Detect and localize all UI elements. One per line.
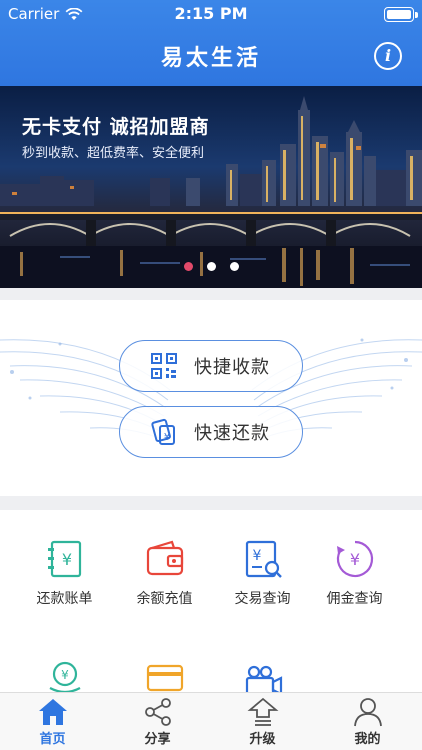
banner-subline: 秒到收款、超低费率、安全便利 — [22, 146, 205, 161]
wings-decoration — [0, 338, 422, 441]
upgrade-icon — [247, 697, 278, 726]
service-video[interactable] — [210, 660, 315, 692]
battery-icon — [384, 7, 418, 22]
service-card[interactable] — [112, 660, 217, 692]
svg-text:¥: ¥ — [252, 548, 261, 564]
quick-actions-panel: 快捷收款 ¥ 快速还款 — [0, 300, 422, 496]
card-icon — [146, 664, 183, 692]
service-label: 还款账单 — [36, 591, 93, 607]
info-icon[interactable]: i — [374, 42, 402, 70]
promo-banner[interactable]: 无卡支付 诚招加盟商 秒到收款、超低费率、安全便利 — [0, 86, 422, 288]
svg-text:¥: ¥ — [61, 668, 69, 682]
quick-repay-label: 快速还款 — [194, 423, 270, 444]
top-bar: Carrier 2:15 PM 易太生活 i — [0, 0, 422, 86]
svg-text:¥: ¥ — [349, 550, 359, 569]
tab-mine[interactable]: 我的 — [315, 697, 420, 747]
status-bar: Carrier 2:15 PM — [0, 0, 422, 28]
transaction-search-icon: ¥ — [245, 540, 282, 578]
tab-home-label: 首页 — [39, 732, 66, 747]
qr-code-icon — [151, 353, 177, 379]
svg-text:¥: ¥ — [164, 432, 170, 443]
service-transaction-query[interactable]: ¥ 交易查询 — [210, 538, 315, 608]
quick-collect-button[interactable]: 快捷收款 — [119, 340, 303, 392]
commission-icon: ¥ — [336, 540, 373, 578]
page-dot-2[interactable] — [206, 262, 216, 271]
share-icon — [144, 698, 171, 726]
service-coin[interactable]: ¥ — [12, 660, 117, 692]
tab-upgrade-label: 升级 — [249, 732, 276, 747]
video-icon — [245, 665, 282, 692]
tab-share[interactable]: 分享 — [105, 697, 210, 747]
service-label: 交易查询 — [234, 591, 291, 607]
bottom-tab-bar: 首页 分享 升级 我的 — [0, 692, 422, 750]
home-icon — [38, 699, 67, 725]
services-grid: ¥ 还款账单 余额充值 ¥ 交易查询 ¥ 佣金查询 ¥ — [0, 510, 422, 692]
service-commission-query[interactable]: ¥ 佣金查询 — [302, 538, 407, 608]
service-label: 余额充值 — [136, 591, 193, 607]
quick-repay-button[interactable]: ¥ 快速还款 — [119, 406, 303, 458]
coin-stack-icon: ¥ — [48, 661, 81, 692]
svg-text:¥: ¥ — [61, 550, 71, 569]
page-dot-1[interactable] — [183, 262, 193, 271]
bill-icon: ¥ — [47, 540, 81, 578]
banner-pagination[interactable] — [0, 262, 422, 271]
wallet-icon — [146, 540, 183, 576]
service-label: 佣金查询 — [326, 591, 383, 607]
service-repay-bill[interactable]: ¥ 还款账单 — [12, 538, 117, 608]
tab-upgrade[interactable]: 升级 — [210, 697, 315, 747]
page-title: 易太生活 — [160, 46, 261, 71]
page-dot-3[interactable] — [229, 262, 239, 271]
service-balance-recharge[interactable]: 余额充值 — [112, 538, 217, 608]
card-repay-icon: ¥ — [151, 418, 175, 445]
status-time: 2:15 PM — [174, 4, 248, 23]
tab-home[interactable]: 首页 — [0, 697, 105, 747]
user-icon — [353, 698, 382, 727]
quick-collect-label: 快捷收款 — [194, 357, 270, 378]
tab-share-label: 分享 — [144, 732, 171, 747]
tab-mine-label: 我的 — [354, 732, 381, 747]
banner-headline: 无卡支付 诚招加盟商 — [22, 116, 210, 138]
